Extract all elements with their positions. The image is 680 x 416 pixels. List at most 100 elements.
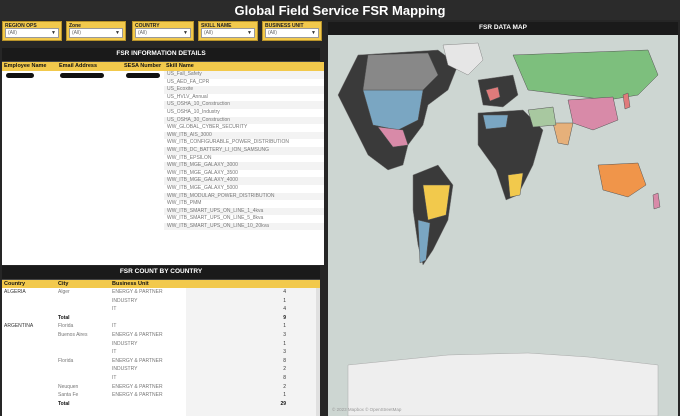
total-row[interactable]: Total 9 xyxy=(2,314,320,322)
fsr-count-table: Country City Business Unit ALGERIA Alger E… xyxy=(2,280,320,416)
table-row[interactable]: ALGERIA Alger ENERGY & PARTNER 4 xyxy=(2,288,320,296)
cell-unit: ENERGY & PARTNER xyxy=(112,332,163,338)
table-row[interactable]: Florida ENERGY & PARTNER 8 xyxy=(2,357,320,365)
cell-count: 8 xyxy=(283,357,286,364)
skill-row[interactable]: WW_ITB_EPSILON xyxy=(164,155,324,163)
skill-row[interactable]: US_HVLV_Annual xyxy=(164,94,324,102)
cell-count: 1 xyxy=(283,340,286,347)
chevron-down-icon: ▼ xyxy=(311,30,316,36)
filter-select[interactable]: (All) ▼ xyxy=(265,28,319,38)
skill-row[interactable]: US_OSHA_30_Construction xyxy=(164,116,324,125)
cell-city: Florida xyxy=(58,323,74,330)
cell-unit: INDUSTRY xyxy=(112,366,138,373)
filter-zone[interactable]: Zone (All) ▼ xyxy=(66,21,126,41)
filter-select[interactable]: (All) ▼ xyxy=(5,28,59,38)
skill-row[interactable]: US_OSHA_10_Construction xyxy=(164,101,324,109)
table-row[interactable]: INDUSTRY 1 xyxy=(2,340,320,348)
column-header-business-unit[interactable]: Business Unit xyxy=(112,281,149,287)
filter-skill-name[interactable]: SKILL NAME (All) ▼ xyxy=(198,21,258,41)
skill-row[interactable]: WW_ITB_DC_BATTERY_LI_ION_SAMSUNG xyxy=(164,146,324,155)
skill-list: US_Fall_Safety US_AED_FA_CPR US_Ecoxite US_… xyxy=(164,71,324,231)
skill-row[interactable]: WW_ITB_MGE_GALAXY_4000 xyxy=(164,177,324,185)
table-row[interactable]: IT 8 xyxy=(2,374,320,382)
skill-row[interactable]: WW_ITB_SMART_UPS_ON_LINE_5_8kva xyxy=(164,215,324,223)
cell-city: Alger xyxy=(58,289,70,295)
world-map[interactable] xyxy=(328,35,678,416)
cell-unit: ENERGY & PARTNER xyxy=(112,289,163,295)
column-header-employee[interactable]: Employee Name xyxy=(4,63,47,69)
fsr-info-table: Employee Name Email Address SESA Number … xyxy=(2,62,324,265)
table-row[interactable]: Santa Fe ENERGY & PARTNER 1 xyxy=(2,391,320,399)
skill-row[interactable]: WW_ITB_MGE_GALAXY_5000 xyxy=(164,185,324,193)
table-row[interactable]: ARGENTINA Florida IT 1 xyxy=(2,322,320,330)
filter-region-ops[interactable]: REGION OPS (All) ▼ xyxy=(2,21,62,41)
cell-unit: IT xyxy=(112,349,117,356)
column-header-email[interactable]: Email Address xyxy=(59,63,97,69)
column-header-city[interactable]: City xyxy=(58,281,68,287)
cell-unit: ENERGY & PARTNER xyxy=(112,383,163,390)
skill-row[interactable]: US_OSHA_10_Industry xyxy=(164,109,324,117)
cell-unit: IT xyxy=(112,375,117,381)
cell-city: Total xyxy=(58,400,70,407)
total-row[interactable]: Total 29 xyxy=(2,400,320,408)
cell-unit: ENERGY & PARTNER xyxy=(112,392,163,399)
skill-row[interactable]: WW_GLOBAL_CYBER_SECURITY xyxy=(164,124,324,132)
brazil[interactable] xyxy=(422,184,451,221)
skill-row[interactable]: WW_ITB_MODULAR_POWER_DISTRIBUTION xyxy=(164,192,324,201)
filter-select[interactable]: (All) ▼ xyxy=(135,28,191,38)
skill-row[interactable]: WW_ITB_MGE_GALAXY_3000 xyxy=(164,162,324,170)
table-row[interactable]: INDUSTRY 2 xyxy=(2,365,320,373)
map-attribution[interactable]: © 2023 Mapbox © OpenStreetMap xyxy=(332,407,401,412)
chevron-down-icon: ▼ xyxy=(115,30,120,36)
table-row[interactable]: INDUSTRY 1 xyxy=(2,297,320,305)
cell-count: 1 xyxy=(283,392,286,399)
column-header-skill[interactable]: Skill Name xyxy=(166,63,194,69)
skill-row[interactable]: US_Fall_Safety xyxy=(164,71,324,79)
cell-count: 4 xyxy=(283,289,286,295)
column-header-country[interactable]: Country xyxy=(4,281,25,287)
filter-select[interactable]: (All) ▼ xyxy=(201,28,255,38)
middle-east[interactable] xyxy=(527,106,557,128)
cell-country: ALGERIA xyxy=(4,289,26,295)
table-row[interactable]: Neuquen ENERGY & PARTNER 2 xyxy=(2,383,320,391)
cell-count: 4 xyxy=(283,306,286,313)
cell-unit: INDUSTRY xyxy=(112,340,138,347)
map-panel-title: FSR DATA MAP xyxy=(328,22,678,36)
table-row[interactable]: IT 4 xyxy=(2,305,320,313)
cell-city: Total xyxy=(58,314,70,321)
canada[interactable] xyxy=(362,52,439,91)
redacted-sesa-number xyxy=(126,73,160,78)
vertical-scrollbar[interactable] xyxy=(316,288,320,416)
fsr-data-map[interactable] xyxy=(328,35,678,416)
filter-business-unit[interactable]: BUSINESS UNIT (All) ▼ xyxy=(262,21,322,41)
skill-row[interactable]: US_Ecoxite xyxy=(164,86,324,94)
chevron-down-icon: ▼ xyxy=(183,30,188,36)
cell-count: 3 xyxy=(283,332,286,338)
filter-country[interactable]: COUNTRY (All) ▼ xyxy=(132,21,194,41)
dashboard-title: Global Field Service FSR Mapping xyxy=(0,0,680,20)
cell-count: 8 xyxy=(283,375,286,381)
cell-unit: INDUSTRY xyxy=(112,297,138,304)
skill-row[interactable]: WW_ITB_SMART_UPS_ON_LINE_10_20kva xyxy=(164,222,324,231)
cell-count: 1 xyxy=(283,297,286,304)
table-header: Country City Business Unit xyxy=(2,280,320,288)
filter-select[interactable]: (All) ▼ xyxy=(69,28,123,38)
skill-row[interactable]: WW_ITB_CONFIGURABLE_POWER_DISTRIBUTION xyxy=(164,139,324,147)
redacted-email xyxy=(60,73,104,78)
table-header: Employee Name Email Address SESA Number … xyxy=(2,62,324,71)
table-row[interactable]: Buenos Aires ENERGY & PARTNER 3 xyxy=(2,331,320,339)
table-row[interactable]: IT 3 xyxy=(2,348,320,356)
chevron-down-icon: ▼ xyxy=(51,30,56,36)
cell-city: Neuquen xyxy=(58,383,79,390)
skill-row[interactable]: WW_ITB_MGE_GALAXY_3500 xyxy=(164,170,324,178)
cell-count: 2 xyxy=(283,366,286,373)
cell-country: ARGENTINA xyxy=(4,323,34,330)
cell-unit: IT xyxy=(112,306,117,313)
skill-row[interactable]: WW_ITB_SMART_UPS_ON_LINE_1_4kva xyxy=(164,207,324,216)
skill-row[interactable]: WW_ITB_PMM xyxy=(164,200,324,208)
skill-row[interactable]: WW_ITB_AIS_3000 xyxy=(164,131,324,140)
algeria[interactable] xyxy=(482,114,509,130)
column-header-sesa[interactable]: SESA Number xyxy=(124,63,161,69)
skill-row[interactable]: US_AED_FA_CPR xyxy=(164,79,324,87)
cell-count: 1 xyxy=(283,323,286,330)
